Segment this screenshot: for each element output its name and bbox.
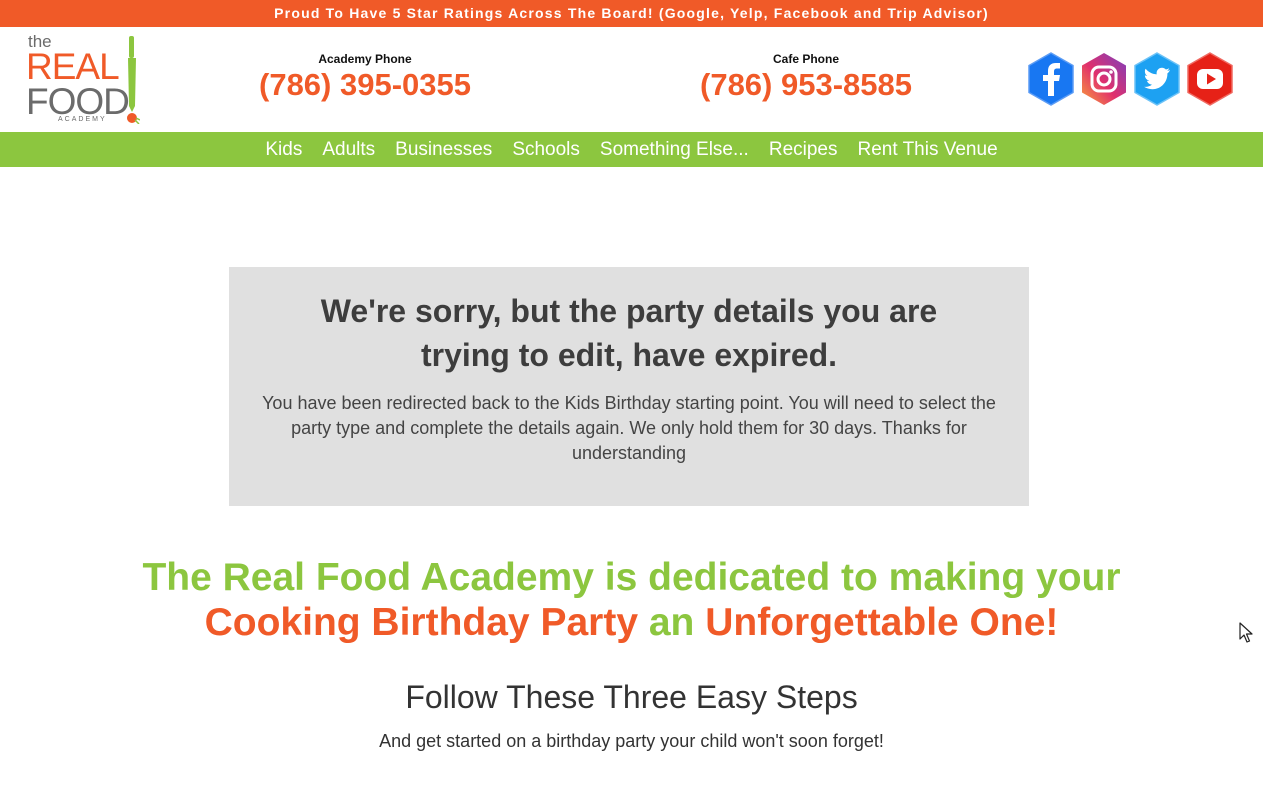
steps-subtitle: And get started on a birthday party your…: [379, 731, 884, 751]
cafe-phone-label: Cafe Phone: [772, 52, 839, 66]
mouse-cursor-icon: [1239, 622, 1253, 643]
cafe-phone-block: Cafe Phone (786) 953-8585: [684, 52, 928, 104]
nav-item-schools[interactable]: Schools: [502, 132, 590, 167]
academy-phone-link[interactable]: (786) 395-0355: [244, 66, 486, 104]
nav-item-something-else[interactable]: Something Else...: [590, 132, 759, 167]
cafe-phone-link[interactable]: (786) 953-8585: [684, 66, 928, 104]
logo-academy-text: ACADEMY: [58, 116, 107, 123]
academy-phone-label: Academy Phone: [318, 52, 412, 66]
site-logo[interactable]: the REAL FOOD ACADEMY: [26, 32, 146, 128]
top-announcement-bar: Proud To Have 5 Star Ratings Across The …: [0, 0, 1263, 27]
academy-phone-block: Academy Phone (786) 395-0355: [244, 52, 486, 104]
announcement-text: Proud To Have 5 Star Ratings Across The …: [274, 5, 989, 21]
instagram-icon[interactable]: [1079, 52, 1129, 106]
main-navigation: Kids Adults Businesses Schools Something…: [0, 132, 1263, 167]
nav-item-rent-this-venue[interactable]: Rent This Venue: [848, 132, 1008, 167]
nav-item-businesses[interactable]: Businesses: [385, 132, 502, 167]
knife-icon: [127, 36, 140, 124]
headline-part-1: The Real Food Academy is dedicated to ma…: [142, 556, 1121, 599]
dedication-headline: The Real Food Academy is dedicated to ma…: [0, 555, 1263, 645]
site-header: the REAL FOOD ACADEMY Academy Phone (786…: [0, 27, 1263, 132]
nav-item-kids[interactable]: Kids: [255, 132, 312, 167]
steps-title: Follow These Three Easy Steps: [405, 679, 858, 715]
headline-part-2: Cooking Birthday Party: [204, 601, 639, 644]
facebook-icon[interactable]: [1026, 52, 1076, 106]
notice-body: You have been redirected back to the Kid…: [262, 393, 996, 463]
social-links: [1026, 52, 1236, 106]
headline-part-3: an: [648, 601, 695, 644]
youtube-icon[interactable]: [1185, 52, 1235, 106]
twitter-icon[interactable]: [1132, 52, 1182, 106]
nav-item-adults[interactable]: Adults: [312, 132, 385, 167]
nav-item-recipes[interactable]: Recipes: [759, 132, 848, 167]
notice-title: We're sorry, but the party details you a…: [320, 293, 938, 373]
headline-part-4: Unforgettable One!: [705, 601, 1059, 644]
expired-notice-box: We're sorry, but the party details you a…: [229, 267, 1029, 506]
